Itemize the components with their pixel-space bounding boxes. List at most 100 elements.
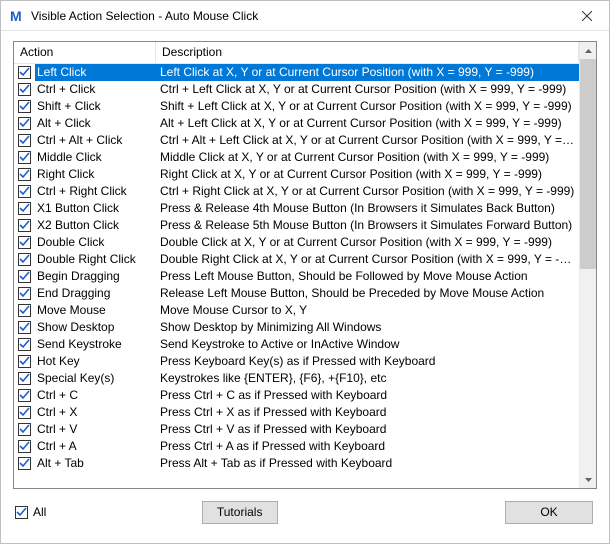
row-checkbox[interactable] bbox=[18, 338, 31, 351]
row-checkbox[interactable] bbox=[18, 100, 31, 113]
row-action-label: Ctrl + X bbox=[35, 404, 156, 421]
row-action-label: Left Click bbox=[35, 64, 156, 81]
window-title: Visible Action Selection - Auto Mouse Cl… bbox=[31, 9, 564, 23]
row-checkbox[interactable] bbox=[18, 185, 31, 198]
row-action-label: Ctrl + Alt + Click bbox=[35, 132, 156, 149]
row-checkbox[interactable] bbox=[18, 304, 31, 317]
row-checkbox[interactable] bbox=[18, 151, 31, 164]
list-row[interactable]: End DraggingRelease Left Mouse Button, S… bbox=[14, 285, 579, 302]
row-description-label: Ctrl + Left Click at X, Y or at Current … bbox=[156, 81, 579, 98]
list-row[interactable]: Left ClickLeft Click at X, Y or at Curre… bbox=[14, 64, 579, 81]
row-description-label: Alt + Left Click at X, Y or at Current C… bbox=[156, 115, 579, 132]
list-row[interactable]: Ctrl + CPress Ctrl + C as if Pressed wit… bbox=[14, 387, 579, 404]
row-checkbox[interactable] bbox=[18, 134, 31, 147]
row-description-label: Press & Release 5th Mouse Button (In Bro… bbox=[156, 217, 579, 234]
row-action-label: Hot Key bbox=[35, 353, 156, 370]
list-row[interactable]: Double Right ClickDouble Right Click at … bbox=[14, 251, 579, 268]
list-rows: Left ClickLeft Click at X, Y or at Curre… bbox=[14, 64, 579, 488]
list-row[interactable]: Double ClickDouble Click at X, Y or at C… bbox=[14, 234, 579, 251]
row-checkbox[interactable] bbox=[18, 219, 31, 232]
row-checkbox[interactable] bbox=[18, 168, 31, 181]
list-row[interactable]: Right ClickRight Click at X, Y or at Cur… bbox=[14, 166, 579, 183]
row-checkbox[interactable] bbox=[18, 423, 31, 436]
row-checkbox[interactable] bbox=[18, 287, 31, 300]
svg-text:M: M bbox=[10, 8, 22, 24]
row-action-label: Double Click bbox=[35, 234, 156, 251]
row-action-label: X2 Button Click bbox=[35, 217, 156, 234]
row-description-label: Press & Release 4th Mouse Button (In Bro… bbox=[156, 200, 579, 217]
checkbox-icon bbox=[15, 506, 28, 519]
row-checkbox[interactable] bbox=[18, 457, 31, 470]
row-checkbox[interactable] bbox=[18, 406, 31, 419]
tutorials-button[interactable]: Tutorials bbox=[202, 501, 278, 524]
scroll-up-arrow-icon[interactable] bbox=[580, 42, 596, 59]
row-description-label: Right Click at X, Y or at Current Cursor… bbox=[156, 166, 579, 183]
list-row[interactable]: Alt + TabPress Alt + Tab as if Pressed w… bbox=[14, 455, 579, 472]
list-row[interactable]: Ctrl + Right ClickCtrl + Right Click at … bbox=[14, 183, 579, 200]
column-header-action[interactable]: Action bbox=[14, 42, 156, 63]
row-description-label: Shift + Left Click at X, Y or at Current… bbox=[156, 98, 579, 115]
row-action-label: Ctrl + C bbox=[35, 387, 156, 404]
row-action-label: Show Desktop bbox=[35, 319, 156, 336]
list-row[interactable]: Show DesktopShow Desktop by Minimizing A… bbox=[14, 319, 579, 336]
close-button[interactable] bbox=[564, 1, 609, 30]
list-row[interactable]: Ctrl + ClickCtrl + Left Click at X, Y or… bbox=[14, 81, 579, 98]
row-action-label: Ctrl + V bbox=[35, 421, 156, 438]
row-description-label: Ctrl + Alt + Left Click at X, Y or at Cu… bbox=[156, 132, 579, 149]
all-label: All bbox=[33, 505, 46, 519]
list-row[interactable]: X2 Button ClickPress & Release 5th Mouse… bbox=[14, 217, 579, 234]
list-row[interactable]: Special Key(s)Keystrokes like {ENTER}, {… bbox=[14, 370, 579, 387]
scrollbar-thumb[interactable] bbox=[580, 59, 596, 269]
row-checkbox[interactable] bbox=[18, 270, 31, 283]
list-row[interactable]: Begin DraggingPress Left Mouse Button, S… bbox=[14, 268, 579, 285]
list-row[interactable]: Ctrl + APress Ctrl + A as if Pressed wit… bbox=[14, 438, 579, 455]
row-checkbox[interactable] bbox=[18, 83, 31, 96]
list-row[interactable]: Shift + ClickShift + Left Click at X, Y … bbox=[14, 98, 579, 115]
vertical-scrollbar[interactable] bbox=[579, 42, 596, 488]
row-description-label: Press Ctrl + C as if Pressed with Keyboa… bbox=[156, 387, 579, 404]
row-description-label: Double Right Click at X, Y or at Current… bbox=[156, 251, 579, 268]
row-description-label: Release Left Mouse Button, Should be Pre… bbox=[156, 285, 579, 302]
list-row[interactable]: Move MouseMove Mouse Cursor to X, Y bbox=[14, 302, 579, 319]
row-action-label: Special Key(s) bbox=[35, 370, 156, 387]
row-action-label: Right Click bbox=[35, 166, 156, 183]
row-checkbox[interactable] bbox=[18, 389, 31, 402]
row-description-label: Send Keystroke to Active or InActive Win… bbox=[156, 336, 579, 353]
row-checkbox[interactable] bbox=[18, 440, 31, 453]
row-checkbox[interactable] bbox=[18, 355, 31, 368]
row-action-label: Alt + Tab bbox=[35, 455, 156, 472]
list-row[interactable]: X1 Button ClickPress & Release 4th Mouse… bbox=[14, 200, 579, 217]
all-checkbox[interactable]: All bbox=[15, 505, 46, 519]
row-checkbox[interactable] bbox=[18, 117, 31, 130]
close-icon bbox=[582, 11, 592, 21]
list-row[interactable]: Ctrl + XPress Ctrl + X as if Pressed wit… bbox=[14, 404, 579, 421]
row-description-label: Double Click at X, Y or at Current Curso… bbox=[156, 234, 579, 251]
list-row[interactable]: Alt + ClickAlt + Left Click at X, Y or a… bbox=[14, 115, 579, 132]
row-checkbox[interactable] bbox=[18, 66, 31, 79]
row-description-label: Middle Click at X, Y or at Current Curso… bbox=[156, 149, 579, 166]
list-row[interactable]: Hot KeyPress Keyboard Key(s) as if Press… bbox=[14, 353, 579, 370]
row-action-label: End Dragging bbox=[35, 285, 156, 302]
scroll-down-arrow-icon[interactable] bbox=[580, 471, 596, 488]
list-row[interactable]: Send KeystrokeSend Keystroke to Active o… bbox=[14, 336, 579, 353]
row-action-label: Ctrl + A bbox=[35, 438, 156, 455]
row-checkbox[interactable] bbox=[18, 372, 31, 385]
action-list: Action Description Left ClickLeft Click … bbox=[13, 41, 597, 489]
list-row[interactable]: Ctrl + VPress Ctrl + V as if Pressed wit… bbox=[14, 421, 579, 438]
row-checkbox[interactable] bbox=[18, 236, 31, 249]
row-checkbox[interactable] bbox=[18, 253, 31, 266]
column-header-description[interactable]: Description bbox=[156, 42, 579, 63]
row-action-label: Ctrl + Right Click bbox=[35, 183, 156, 200]
row-description-label: Ctrl + Right Click at X, Y or at Current… bbox=[156, 183, 579, 200]
ok-button[interactable]: OK bbox=[505, 501, 593, 524]
row-action-label: Alt + Click bbox=[35, 115, 156, 132]
list-row[interactable]: Middle ClickMiddle Click at X, Y or at C… bbox=[14, 149, 579, 166]
row-checkbox[interactable] bbox=[18, 202, 31, 215]
row-checkbox[interactable] bbox=[18, 321, 31, 334]
row-description-label: Left Click at X, Y or at Current Cursor … bbox=[156, 64, 579, 81]
list-row[interactable]: Ctrl + Alt + ClickCtrl + Alt + Left Clic… bbox=[14, 132, 579, 149]
titlebar: M Visible Action Selection - Auto Mouse … bbox=[1, 1, 609, 31]
window: M Visible Action Selection - Auto Mouse … bbox=[0, 0, 610, 544]
row-description-label: Press Ctrl + A as if Pressed with Keyboa… bbox=[156, 438, 579, 455]
row-action-label: Move Mouse bbox=[35, 302, 156, 319]
